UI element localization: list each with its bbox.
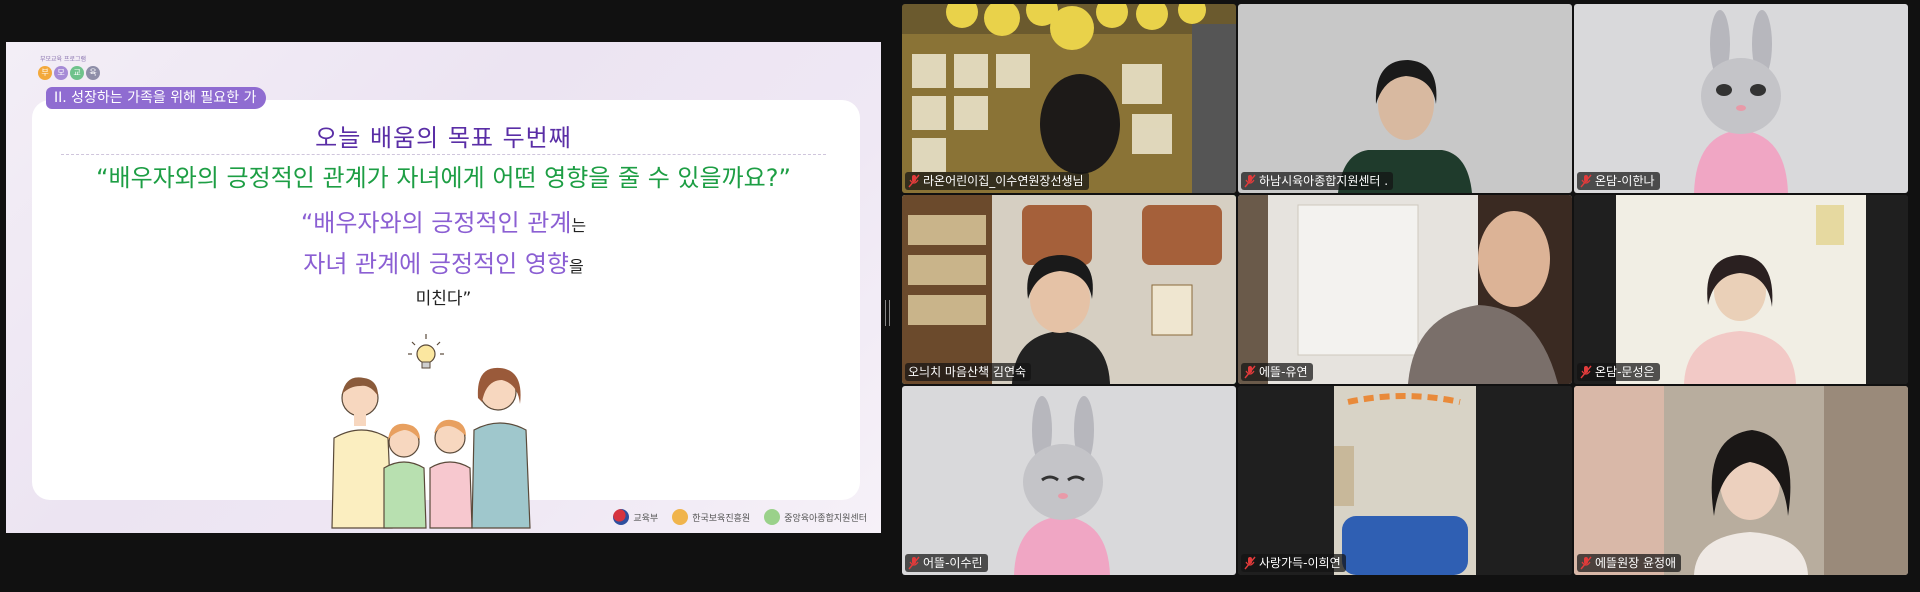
quote-block: “배우자와의 긍정적인 관계는 자녀 관계에 긍정적인 영향을 미친다”: [6, 204, 881, 312]
org-logo: 교육부: [613, 509, 658, 525]
participant-label: 사랑가득-이희연: [1241, 554, 1346, 572]
participant-name: 오늬치 마음산책 김연숙: [908, 365, 1027, 379]
mic-muted-icon: [1244, 556, 1256, 570]
logo-letter: 육: [86, 66, 100, 80]
participant-label: 온담-문성은: [1577, 363, 1660, 381]
video-feed: [902, 4, 1236, 193]
section-tag: II. 성장하는 가족을 위해 필요한 가: [46, 87, 267, 109]
family-illustration: [331, 334, 531, 529]
participant-label: 에뜰원장 윤정애: [1577, 554, 1682, 572]
slide-footer: 교육부 한국보육진흥원 중앙육아종합지원센터: [613, 509, 867, 525]
participant-label: 에뜰-유연: [1241, 363, 1313, 381]
org-name: 한국보육진흥원: [692, 513, 751, 524]
avatar-feed: [1574, 4, 1908, 193]
video-feed: [902, 195, 1236, 384]
participant-name: 어뜰-이수린: [923, 556, 983, 570]
video-gallery: 라온어린이집_이수연원장선생님 하남시육아종합지원센터 . 온담-이한나 오늬치…: [902, 4, 1912, 575]
mic-muted-icon: [1244, 365, 1256, 379]
goal-title: 오늘 배움의 목표 두번째: [315, 124, 572, 152]
lightbulb-icon: [408, 334, 444, 369]
taegeuk-icon: [613, 509, 630, 525]
logo-subtitle: 부모교육 프로그램: [40, 56, 87, 63]
video-tile[interactable]: 에뜰원장 윤정애: [1574, 386, 1908, 575]
program-logo: 부모교육 프로그램 부 모 교 육: [32, 52, 152, 84]
video-feed: [1238, 195, 1572, 384]
quote-highlight: “배우자와의 긍정적인 관계: [300, 209, 572, 237]
video-tile[interactable]: 온담-이한나: [1574, 4, 1908, 193]
logo-letter: 모: [54, 66, 68, 80]
video-tile[interactable]: 라온어린이집_이수연원장선생님: [902, 4, 1236, 193]
participant-label: 오늬치 마음산책 김연숙: [905, 363, 1032, 381]
mic-muted-icon: [1580, 174, 1592, 188]
quote-suffix: 는: [571, 216, 587, 235]
video-feed: [1238, 4, 1572, 193]
org-logo: 한국보육진흥원: [672, 509, 750, 525]
participant-name: 하남시육아종합지원센터 .: [1259, 174, 1389, 188]
mic-muted-icon: [908, 556, 920, 570]
video-tile[interactable]: 사랑가득-이희연: [1238, 386, 1572, 575]
video-feed: [1238, 386, 1572, 575]
participant-name: 사랑가득-이희연: [1259, 556, 1341, 570]
video-tile[interactable]: 하남시육아종합지원센터 .: [1238, 4, 1572, 193]
resize-splitter[interactable]: [885, 300, 890, 326]
video-feed: [1574, 195, 1908, 384]
participant-label: 라온어린이집_이수연원장선생님: [905, 172, 1089, 190]
participant-name: 라온어린이집_이수연원장선생님: [923, 174, 1084, 188]
participant-label: 하남시육아종합지원센터 .: [1241, 172, 1394, 190]
org-name: 교육부: [633, 513, 659, 524]
quote-end: 미친다”: [415, 289, 472, 309]
mic-muted-icon: [908, 174, 920, 188]
participant-name: 온담-문성은: [1595, 365, 1655, 379]
video-tile[interactable]: 어뜰-이수린: [902, 386, 1236, 575]
participant-label: 어뜰-이수린: [905, 554, 988, 572]
kcpi-logo-icon: [672, 509, 689, 525]
participant-name: 에뜰-유연: [1259, 365, 1308, 379]
participant-name: 온담-이한나: [1595, 174, 1655, 188]
quote-highlight: 자녀 관계에 긍정적인 영향: [303, 250, 570, 278]
participant-name: 에뜰원장 윤정애: [1595, 556, 1677, 570]
quote-suffix: 을: [569, 257, 584, 276]
mic-muted-icon: [1580, 365, 1592, 379]
participant-label: 온담-이한나: [1577, 172, 1660, 190]
video-tile-active-speaker[interactable]: 오늬치 마음산책 김연숙: [902, 195, 1236, 384]
video-feed: [1574, 386, 1908, 575]
mic-muted-icon: [1244, 174, 1256, 188]
question-text: “배우자와의 긍정적인 관계가 자녀에게 어떤 영향을 줄 수 있을까요?”: [96, 164, 791, 192]
logo-letter: 부: [38, 66, 52, 80]
shared-slide: 부모교육 프로그램 부 모 교 육 II. 성장하는 가족을 위해 필요한 가 …: [6, 42, 881, 533]
mic-muted-icon: [1580, 556, 1592, 570]
divider: [61, 154, 826, 155]
video-tile[interactable]: 에뜰-유연: [1238, 195, 1572, 384]
avatar-feed: [902, 386, 1236, 575]
org-name: 중앙육아종합지원센터: [784, 513, 867, 524]
org-logo: 중앙육아종합지원센터: [764, 509, 867, 525]
logo-letter: 교: [70, 66, 84, 80]
center-logo-icon: [764, 509, 781, 525]
video-tile[interactable]: 온담-문성은: [1574, 195, 1908, 384]
